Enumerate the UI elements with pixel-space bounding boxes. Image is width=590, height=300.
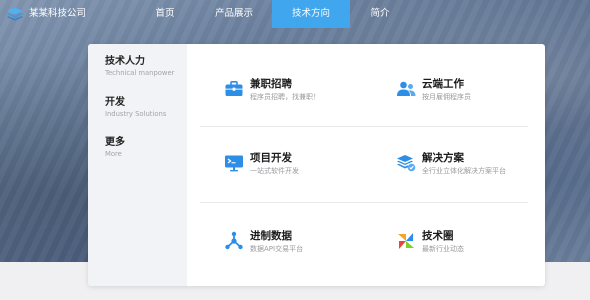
menu-item-title: 兼职招聘 bbox=[250, 78, 292, 90]
top-navbar: 某某科技公司 首页 产品展示 技术方向 简介 bbox=[0, 0, 590, 28]
dropdown-panel: 技术人力 Technical manpower 开发 Industry Solu… bbox=[88, 44, 545, 286]
stack-logo-icon bbox=[7, 7, 23, 21]
pinwheel-icon bbox=[396, 231, 416, 251]
menu-item-title: 技术圈 bbox=[422, 230, 454, 242]
row-divider bbox=[200, 126, 528, 127]
menu-item-cloud-work[interactable]: 云端工作 按月雇佣程序员 bbox=[396, 78, 471, 103]
menu-item-tech-circle[interactable]: 技术圈 最新行业动态 bbox=[396, 230, 464, 255]
layers-icon bbox=[396, 153, 416, 173]
category-subtitle: Industry Solutions bbox=[105, 110, 167, 118]
briefcase-icon bbox=[224, 79, 244, 99]
menu-item-subtitle: 全行业立体化解决方案平台 bbox=[422, 167, 506, 175]
menu-item-subtitle: 数据API交易平台 bbox=[250, 245, 304, 253]
menu-item-binary-data[interactable]: 进制数据 数据API交易平台 bbox=[224, 230, 303, 255]
menu-item-subtitle: 一站式软件开发 bbox=[250, 167, 299, 175]
category-subtitle: Technical manpower bbox=[105, 69, 175, 77]
menu-item-solutions[interactable]: 解决方案 全行业立体化解决方案平台 bbox=[396, 152, 506, 177]
nav-tech-direction[interactable]: 技术方向 bbox=[272, 0, 350, 28]
nav-about[interactable]: 简介 bbox=[360, 0, 400, 28]
users-icon bbox=[396, 79, 416, 99]
menu-item-subtitle: 最新行业动态 bbox=[422, 245, 464, 253]
category-title: 更多 bbox=[105, 137, 125, 148]
network-icon bbox=[224, 231, 244, 251]
category-title: 开发 bbox=[105, 97, 125, 108]
menu-item-project-dev[interactable]: 项目开发 一站式软件开发 bbox=[224, 152, 299, 177]
menu-item-title: 云端工作 bbox=[422, 78, 464, 90]
category-tech-manpower[interactable]: 技术人力 Technical manpower bbox=[105, 55, 174, 78]
brand-name: 某某科技公司 bbox=[29, 8, 87, 19]
category-sidebar: 技术人力 Technical manpower 开发 Industry Solu… bbox=[88, 44, 187, 286]
menu-item-subtitle: 程序员招聘，找兼职！ bbox=[250, 93, 320, 101]
monitor-icon bbox=[224, 153, 244, 173]
menu-item-title: 解决方案 bbox=[422, 152, 464, 164]
menu-item-subtitle: 按月雇佣程序员 bbox=[422, 93, 471, 101]
nav-home[interactable]: 首页 bbox=[140, 0, 190, 28]
menu-item-title: 项目开发 bbox=[250, 152, 292, 164]
menu-item-title: 进制数据 bbox=[250, 230, 292, 242]
category-title: 技术人力 bbox=[105, 56, 145, 67]
category-subtitle: More bbox=[105, 150, 122, 158]
nav-products[interactable]: 产品展示 bbox=[208, 0, 260, 28]
row-divider bbox=[200, 202, 528, 203]
brand-logo[interactable]: 某某科技公司 bbox=[6, 7, 86, 21]
menu-item-parttime-recruit[interactable]: 兼职招聘 程序员招聘，找兼职！ bbox=[224, 78, 320, 103]
category-more[interactable]: 更多 More bbox=[105, 136, 125, 159]
category-development[interactable]: 开发 Industry Solutions bbox=[105, 96, 166, 119]
